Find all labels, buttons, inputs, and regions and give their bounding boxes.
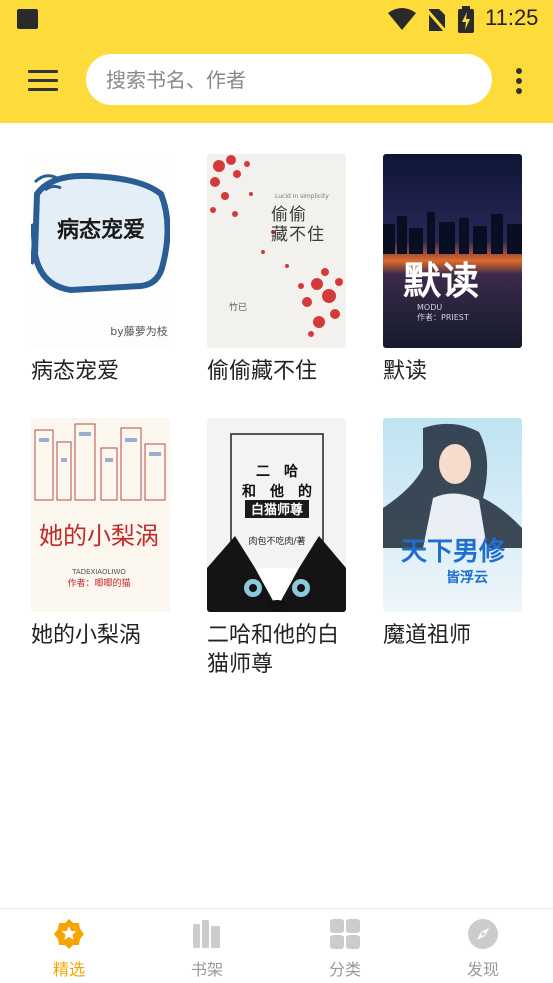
tab-label: 分类 xyxy=(328,960,361,979)
tab-discover[interactable]: 发现 xyxy=(443,909,523,983)
menu-button[interactable] xyxy=(24,64,62,96)
tab-featured[interactable]: 精选 xyxy=(29,909,109,983)
svg-text:偷偷: 偷偷 xyxy=(271,205,307,225)
cover-title: 天下男修 xyxy=(401,536,506,567)
book-item[interactable]: 病态宠爱 by藤萝为枝 病态宠爱 xyxy=(31,154,191,386)
tab-label: 精选 xyxy=(52,960,85,979)
book-item[interactable]: 默读 MODU 作者：PRIEST 默读 xyxy=(383,154,543,386)
category-grid-icon xyxy=(330,919,360,949)
hamburger-icon-line xyxy=(28,79,58,82)
wifi-icon xyxy=(388,8,416,30)
book-item[interactable]: 二 哈 和 他 的 白猫师尊 肉包不吃肉/著 二哈和他的白猫师尊 xyxy=(207,418,367,679)
book-cover[interactable]: 她的小梨涡 TADEXIAOLIWO 作者：唧唧的猫 xyxy=(31,418,170,612)
search-bar[interactable] xyxy=(86,54,492,105)
tab-label: 发现 xyxy=(466,960,499,979)
search-input[interactable] xyxy=(106,54,476,105)
hamburger-icon xyxy=(28,70,58,73)
tab-label: 书架 xyxy=(190,960,223,979)
bookshelf-icon xyxy=(193,920,220,948)
cover-subtitle: 皆浮云 xyxy=(446,569,488,586)
book-cover[interactable]: 二 哈 和 他 的 白猫师尊 肉包不吃肉/著 xyxy=(207,418,346,612)
status-time: 11:25 xyxy=(485,5,539,30)
book-cover[interactable]: 病态宠爱 by藤萝为枝 xyxy=(31,154,170,348)
book-title[interactable]: 二哈和他的白猫师尊 xyxy=(207,621,352,679)
cover-pinyin: TADEXIAOLIWO xyxy=(71,568,126,576)
cover-line: 和 他 的 xyxy=(242,483,312,500)
more-vertical-icon-dot xyxy=(516,88,522,94)
cover-author: by藤萝为枝 xyxy=(110,324,168,338)
cover-line: 二 哈 xyxy=(256,463,298,480)
more-vertical-icon-dot xyxy=(516,78,522,84)
cover-line: 白猫师尊 xyxy=(251,502,303,518)
book-item[interactable]: Lucid in simplicity 偷偷 藏不住 竹已 偷偷藏不住 xyxy=(207,154,367,386)
cover-title: 她的小梨涡 xyxy=(39,522,159,550)
star-badge-icon xyxy=(54,919,84,949)
cover-title: 病态宠爱 xyxy=(57,217,145,243)
cover-author: 竹已 xyxy=(229,301,247,313)
book-title[interactable]: 魔道祖师 xyxy=(383,621,528,650)
book-title[interactable]: 偷偷藏不住 xyxy=(207,357,352,386)
tab-bookshelf[interactable]: 书架 xyxy=(167,909,247,983)
status-bar: 11:25 xyxy=(0,0,553,38)
book-item[interactable]: 她的小梨涡 TADEXIAOLIWO 作者：唧唧的猫 她的小梨涡 xyxy=(31,418,191,650)
cover-author: 作者：PRIEST xyxy=(417,312,469,322)
battery-charging-icon xyxy=(458,6,474,33)
more-vertical-icon xyxy=(516,68,522,74)
compass-icon xyxy=(468,919,498,949)
notification-icon xyxy=(17,9,38,29)
book-item[interactable]: 天下男修 皆浮云 魔道祖师 xyxy=(383,418,543,650)
svg-text:藏不住: 藏不住 xyxy=(271,225,325,245)
book-title[interactable]: 她的小梨涡 xyxy=(31,621,176,650)
book-cover[interactable]: 默读 MODU 作者：PRIEST xyxy=(383,154,522,348)
cover-author: 肉包不吃肉/著 xyxy=(248,535,305,547)
more-options-button[interactable] xyxy=(508,66,530,96)
cover-pinyin: MODU xyxy=(417,303,442,312)
book-title[interactable]: 病态宠爱 xyxy=(31,357,176,386)
hamburger-icon-line xyxy=(28,88,58,91)
tab-category[interactable]: 分类 xyxy=(305,909,385,983)
cover-title: 默读 xyxy=(403,259,479,303)
app-header: 11:25 xyxy=(0,0,553,123)
cover-author: 作者：唧唧的猫 xyxy=(67,577,130,589)
no-sim-icon xyxy=(425,8,447,33)
bottom-navigation: 精选 书架 分类 发现 xyxy=(0,908,553,983)
book-title[interactable]: 默读 xyxy=(383,357,528,386)
cover-subtitle: Lucid in simplicity xyxy=(275,193,329,200)
book-cover[interactable]: Lucid in simplicity 偷偷 藏不住 竹已 xyxy=(207,154,346,348)
book-cover[interactable]: 天下男修 皆浮云 xyxy=(383,418,522,612)
